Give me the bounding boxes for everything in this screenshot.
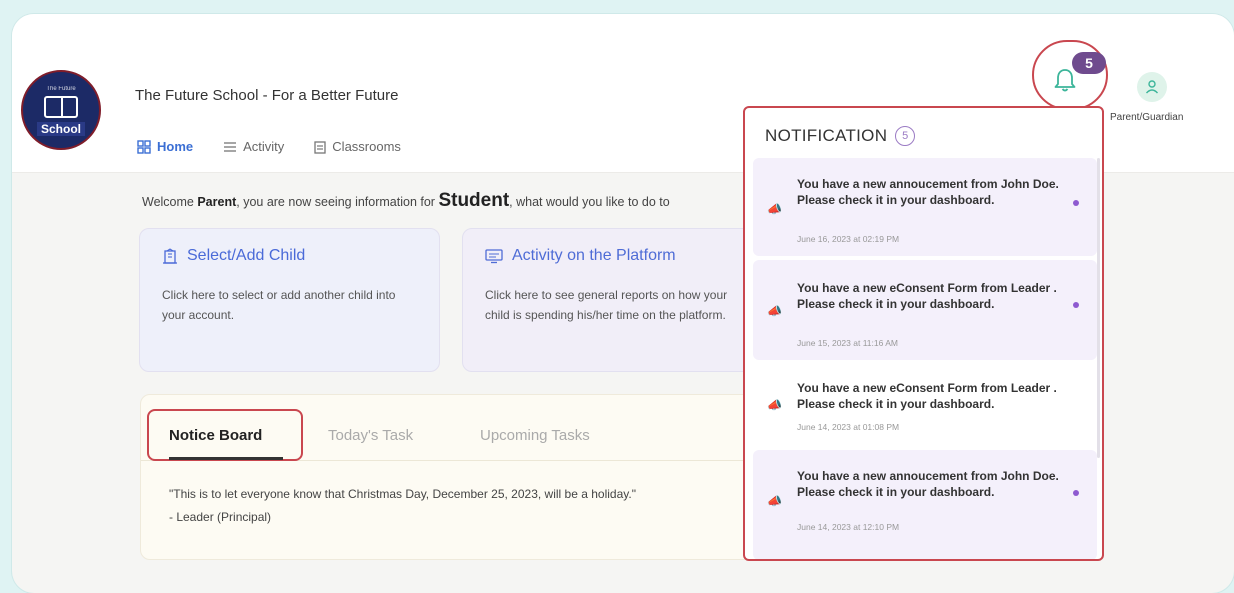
user-role: Parent/Guardian <box>1110 112 1184 123</box>
monitor-icon <box>485 249 503 264</box>
notice-text: "This is to let everyone know that Chris… <box>169 487 636 501</box>
school-logo[interactable]: The Future School <box>21 70 101 150</box>
welcome-message: Welcome Parent, you are now seeing infor… <box>142 190 670 212</box>
unread-dot <box>1073 200 1079 206</box>
notification-message: You have a new annoucement from John Doe… <box>797 177 1059 207</box>
welcome-middle: , you are now seeing information for <box>236 195 439 209</box>
tab-upcoming-tasks[interactable]: Upcoming Tasks <box>480 427 590 444</box>
megaphone-icon: 📣 <box>767 494 782 508</box>
app-window: The Future School The Future School - Fo… <box>12 14 1234 593</box>
notification-item[interactable]: 📣 You have a new eConsent Form from Lead… <box>753 364 1097 446</box>
unread-dot <box>1073 490 1079 496</box>
notification-count: 5 <box>895 126 916 146</box>
nav-label: Classrooms <box>332 139 401 154</box>
card-title-text: Activity on the Platform <box>512 247 676 264</box>
notification-time: June 14, 2023 at 01:08 PM <box>797 422 900 432</box>
notification-badge: 5 <box>1072 52 1106 74</box>
notification-time: June 15, 2023 at 11:16 AM <box>797 338 898 348</box>
welcome-name: Parent <box>197 195 237 209</box>
card-title-text: Select/Add Child <box>187 247 306 264</box>
tab-underline <box>169 457 283 460</box>
notification-title: NOTIFICATION <box>765 126 888 145</box>
welcome-student: Student <box>438 190 510 211</box>
scrollbar[interactable] <box>1097 158 1100 458</box>
notification-header: NOTIFICATION 5 <box>765 126 916 146</box>
card-title: Activity on the Platform <box>485 247 676 265</box>
notification-time: June 14, 2023 at 12:10 PM <box>797 522 900 532</box>
tab-notice-board[interactable]: Notice Board <box>169 427 262 444</box>
notification-message: You have a new annoucement from John Doe… <box>797 469 1059 499</box>
nav-label: Home <box>157 139 194 154</box>
notification-time: June 16, 2023 at 02:19 PM <box>797 234 900 244</box>
welcome-suffix: , what would you like to do to <box>509 195 670 209</box>
school-title: The Future School - For a Better Future <box>135 87 399 104</box>
list-icon <box>224 141 237 152</box>
nav-item-home[interactable]: Home <box>137 139 193 154</box>
unread-dot <box>1073 302 1079 308</box>
nav-item-activity[interactable]: Activity <box>223 139 284 154</box>
megaphone-icon: 📣 <box>767 304 782 318</box>
logo-text: School <box>36 122 85 136</box>
notice-author: - Leader (Principal) <box>169 510 272 524</box>
select-child-card[interactable]: Select/Add Child Click here to select or… <box>139 228 440 372</box>
notification-message: You have a new eConsent Form from Leader… <box>797 381 1057 411</box>
card-description: Click here to select or add another chil… <box>162 288 396 322</box>
board-tabs: Notice Board Today's Task Upcoming Tasks <box>141 395 779 461</box>
nav-label: Activity <box>243 139 285 154</box>
card-description: Click here to see general reports on how… <box>485 288 728 322</box>
user-icon <box>1145 80 1159 94</box>
card-title: Select/Add Child <box>162 247 305 265</box>
notification-item[interactable]: 📣 You have a new annoucement from John D… <box>753 450 1097 559</box>
notice-board: Notice Board Today's Task Upcoming Tasks… <box>140 394 780 560</box>
building-icon <box>163 248 177 264</box>
notification-button[interactable]: 5 <box>1032 40 1108 110</box>
main-nav: Home Activity Classrooms <box>137 139 401 154</box>
megaphone-icon: 📣 <box>767 202 782 216</box>
notification-panel: NOTIFICATION 5 📣 You have a new annoucem… <box>743 106 1104 561</box>
clipboard-icon <box>314 140 326 154</box>
avatar[interactable] <box>1137 72 1167 102</box>
notification-list: 📣 You have a new annoucement from John D… <box>753 158 1097 559</box>
notification-item[interactable]: 📣 You have a new eConsent Form from Lead… <box>753 260 1097 360</box>
tab-todays-task[interactable]: Today's Task <box>328 427 413 444</box>
logo-top-text: The Future <box>46 86 76 92</box>
megaphone-icon: 📣 <box>767 398 782 412</box>
nav-item-classrooms[interactable]: Classrooms <box>314 139 401 154</box>
book-icon <box>44 96 78 118</box>
activity-card[interactable]: Activity on the Platform Click here to s… <box>462 228 762 372</box>
welcome-prefix: Welcome <box>142 195 198 209</box>
notification-message: You have a new eConsent Form from Leader… <box>797 281 1057 311</box>
notification-item[interactable]: 📣 You have a new annoucement from John D… <box>753 158 1097 256</box>
grid-icon <box>137 139 151 154</box>
